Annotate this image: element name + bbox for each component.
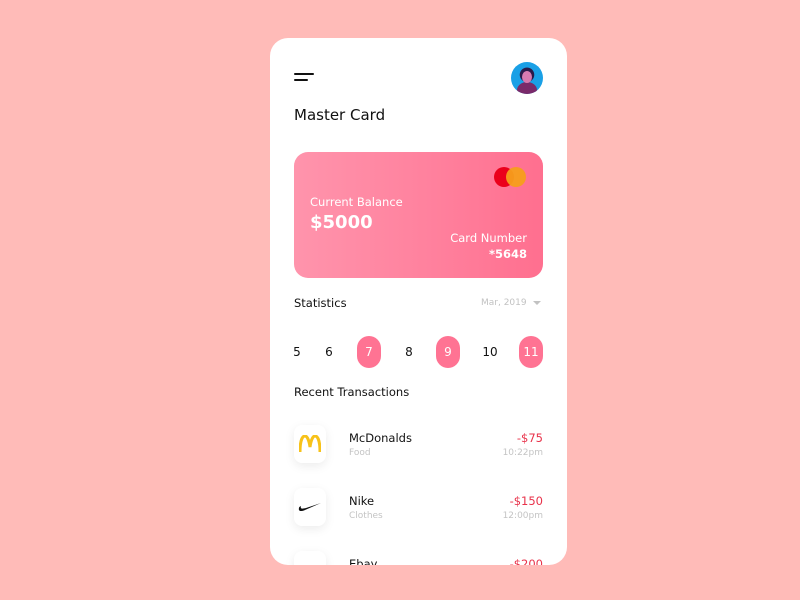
transaction-row[interactable]: McDonalds Food -$75 10:22pm xyxy=(270,425,567,469)
statistics-label: Statistics xyxy=(294,296,347,310)
avatar[interactable] xyxy=(511,62,543,94)
phone-screen: Master Card Current Balance $5000 Card N… xyxy=(270,38,567,565)
day-button[interactable]: 9 xyxy=(436,336,460,368)
transaction-amount: -$150 xyxy=(509,494,543,508)
period-dropdown[interactable]: Mar, 2019 xyxy=(481,298,541,308)
transaction-row[interactable]: Ebay -$200 xyxy=(270,551,567,565)
mcdonalds-logo-icon xyxy=(294,425,326,463)
day-button[interactable]: 6 xyxy=(317,336,341,368)
card-number-label: Card Number xyxy=(450,231,527,245)
transaction-time: 10:22pm xyxy=(502,448,543,458)
credit-card[interactable]: Current Balance $5000 Card Number *5648 xyxy=(294,152,543,278)
page-title: Master Card xyxy=(294,106,386,124)
transaction-amount: -$75 xyxy=(516,431,543,445)
transaction-name: McDonalds xyxy=(349,431,412,445)
mastercard-logo-icon xyxy=(494,167,528,189)
recent-transactions-label: Recent Transactions xyxy=(294,385,410,399)
chevron-down-icon xyxy=(532,301,541,305)
day-button[interactable]: 8 xyxy=(397,336,421,368)
card-number-value: *5648 xyxy=(488,247,527,261)
hamburger-menu-icon[interactable] xyxy=(294,73,316,87)
transaction-time: 12:00pm xyxy=(502,511,543,521)
day-selector: 5 6 7 8 9 10 11 xyxy=(270,336,567,368)
transaction-amount: -$200 xyxy=(509,557,543,565)
day-button[interactable]: 7 xyxy=(357,336,381,368)
balance-value: $5000 xyxy=(310,212,373,233)
nike-logo-icon xyxy=(294,488,326,526)
period-value: Mar, 2019 xyxy=(481,298,527,308)
transaction-name: Ebay xyxy=(349,557,378,565)
transaction-row[interactable]: Nike Clothes -$150 12:00pm xyxy=(270,488,567,532)
day-button[interactable]: 10 xyxy=(478,336,502,368)
day-button[interactable]: 5 xyxy=(285,336,309,368)
balance-label: Current Balance xyxy=(310,195,403,209)
transaction-category: Food xyxy=(349,448,371,458)
ebay-logo-icon xyxy=(294,551,326,565)
transaction-name: Nike xyxy=(349,494,375,508)
transaction-category: Clothes xyxy=(349,511,383,521)
day-button[interactable]: 11 xyxy=(519,336,543,368)
